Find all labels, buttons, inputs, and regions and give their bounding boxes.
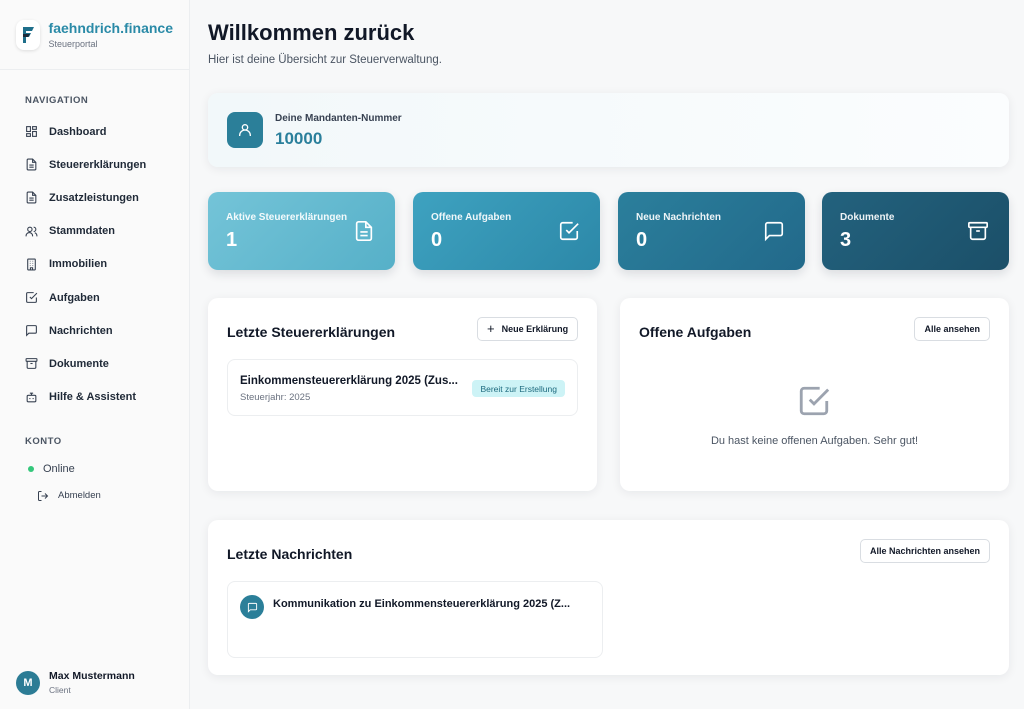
list-item[interactable]: Einkommensteuererklärung 2025 (Zus... St… bbox=[227, 359, 578, 416]
avatar: M bbox=[16, 670, 40, 695]
document-icon bbox=[26, 158, 37, 171]
view-all-tasks-button[interactable]: Alle ansehen bbox=[914, 317, 990, 341]
stat-value: 3 bbox=[840, 229, 852, 251]
empty-state-text: Du hast keine offenen Aufgaben. Sehr gut… bbox=[710, 435, 919, 447]
view-all-tasks-label: Alle ansehen bbox=[924, 324, 980, 334]
sidebar-item-stammdaten[interactable]: Stammdaten bbox=[25, 215, 189, 248]
sidebar-item-label: Nachrichten bbox=[49, 324, 113, 337]
stat-card-open-tasks[interactable]: Offene Aufgaben 0 bbox=[413, 192, 600, 270]
stat-label: Aktive Steuererklärungen bbox=[226, 212, 348, 223]
recent-returns-card: Letzte Steuererklärungen + Neue Erklärun… bbox=[208, 298, 597, 491]
building-icon bbox=[27, 258, 36, 271]
recent-messages-card: Letzte Nachrichten Alle Nachrichten anse… bbox=[208, 520, 1009, 675]
sidebar-item-label: Immobilien bbox=[49, 258, 108, 271]
logout-label: Abmelden bbox=[58, 490, 101, 502]
sidebar-item-label: Steuererklärungen bbox=[49, 158, 147, 171]
stat-card-documents[interactable]: Dokumente 3 bbox=[822, 192, 1009, 270]
sidebar: faehndrich.finance Steuerportal NAVIGATI… bbox=[0, 0, 190, 709]
page-subtitle: Hier ist deine Übersicht zur Steuerverwa… bbox=[208, 54, 442, 66]
sidebar-item-nachrichten[interactable]: Nachrichten bbox=[25, 314, 189, 347]
chat-icon bbox=[764, 221, 784, 242]
sidebar-item-dokumente[interactable]: Dokumente bbox=[25, 347, 189, 380]
sidebar-item-immobilien[interactable]: Immobilien bbox=[25, 248, 189, 281]
main-content: Willkommen zurück Hier ist deine Übersic… bbox=[190, 0, 1024, 709]
stat-card-new-messages[interactable]: Neue Nachrichten 0 bbox=[618, 192, 805, 270]
chat-icon bbox=[240, 595, 264, 619]
user-role: Client bbox=[49, 685, 71, 695]
logo-icon bbox=[16, 19, 40, 50]
archive-icon bbox=[25, 358, 38, 370]
user-icon bbox=[227, 112, 263, 148]
online-status: Online bbox=[25, 461, 189, 477]
checkbox-icon bbox=[559, 221, 579, 241]
brand-subtitle: Steuerportal bbox=[48, 39, 98, 49]
sidebar-item-label: Dashboard bbox=[49, 125, 107, 138]
account-section-label: KONTO bbox=[25, 435, 62, 447]
stat-value: 1 bbox=[226, 229, 238, 251]
stat-value: 0 bbox=[636, 229, 648, 251]
sidebar-item-label: Stammdaten bbox=[49, 225, 116, 238]
view-all-messages-label: Alle Nachrichten ansehen bbox=[869, 546, 980, 556]
sidebar-item-label: Aufgaben bbox=[49, 291, 100, 304]
stat-label: Dokumente bbox=[840, 212, 895, 223]
stat-card-active-returns[interactable]: Aktive Steuererklärungen 1 bbox=[208, 192, 395, 270]
logout-button[interactable]: Abmelden bbox=[25, 490, 189, 502]
user-profile[interactable]: M Max Mustermann Client bbox=[16, 670, 135, 695]
client-number-label: Deine Mandanten-Nummer bbox=[275, 113, 402, 124]
chat-icon bbox=[26, 325, 37, 337]
recent-messages-title: Letzte Nachrichten bbox=[227, 546, 353, 562]
client-number-card: Deine Mandanten-Nummer 10000 bbox=[208, 93, 1009, 167]
document-icon bbox=[355, 221, 373, 241]
bot-icon bbox=[26, 392, 37, 402]
view-all-messages-button[interactable]: Alle Nachrichten ansehen bbox=[859, 539, 990, 563]
status-dot bbox=[28, 465, 34, 472]
new-return-label: Neue Erklärung bbox=[501, 324, 569, 334]
status-badge: Bereit zur Erstellung bbox=[472, 380, 565, 397]
open-tasks-title: Offene Aufgaben bbox=[639, 324, 752, 340]
logout-icon bbox=[38, 490, 49, 501]
dashboard-icon bbox=[26, 126, 37, 138]
recent-returns-title: Letzte Steuererklärungen bbox=[227, 324, 396, 340]
sidebar-item-hilfe[interactable]: Hilfe & Assistent bbox=[25, 381, 189, 414]
open-tasks-card: Offene Aufgaben Alle ansehen Du hast kei… bbox=[620, 298, 1009, 491]
sidebar-item-label: Hilfe & Assistent bbox=[49, 391, 137, 404]
page-title: Willkommen zurück bbox=[208, 20, 415, 45]
sidebar-item-dashboard[interactable]: Dashboard bbox=[25, 115, 189, 148]
client-number-value: 10000 bbox=[275, 129, 323, 148]
sidebar-item-zusatzleistungen[interactable]: Zusatzleistungen bbox=[25, 181, 189, 214]
checkbox-icon bbox=[26, 292, 38, 303]
sidebar-item-label: Dokumente bbox=[49, 357, 109, 370]
sidebar-item-aufgaben[interactable]: Aufgaben bbox=[25, 281, 189, 314]
return-title: Einkommensteuererklärung 2025 (Zus... bbox=[240, 375, 458, 387]
archive-icon bbox=[968, 221, 988, 241]
users-icon bbox=[25, 226, 38, 237]
checkbox-icon bbox=[799, 386, 830, 416]
stat-value: 0 bbox=[431, 229, 443, 251]
new-return-button[interactable]: + Neue Erklärung bbox=[477, 317, 579, 341]
brand[interactable]: faehndrich.finance Steuerportal bbox=[0, 0, 189, 70]
brand-name: faehndrich.finance bbox=[48, 20, 173, 36]
stat-label: Neue Nachrichten bbox=[636, 212, 722, 223]
nav-section-label: NAVIGATION bbox=[25, 95, 89, 106]
sidebar-item-label: Zusatzleistungen bbox=[49, 191, 139, 204]
return-year: Steuerjahr: 2025 bbox=[240, 392, 311, 403]
app: faehndrich.finance Steuerportal NAVIGATI… bbox=[0, 0, 1024, 709]
plus-icon: + bbox=[487, 321, 495, 336]
message-title: Kommunikation zu Einkommensteuererklärun… bbox=[273, 598, 571, 610]
document-icon bbox=[26, 192, 37, 204]
status-text: Online bbox=[43, 462, 75, 475]
stat-label: Offene Aufgaben bbox=[431, 212, 512, 223]
user-name: Max Mustermann bbox=[49, 670, 135, 682]
sidebar-item-steuererklaerungen[interactable]: Steuererklärungen bbox=[25, 148, 189, 181]
list-item[interactable]: Kommunikation zu Einkommensteuererklärun… bbox=[227, 581, 603, 658]
